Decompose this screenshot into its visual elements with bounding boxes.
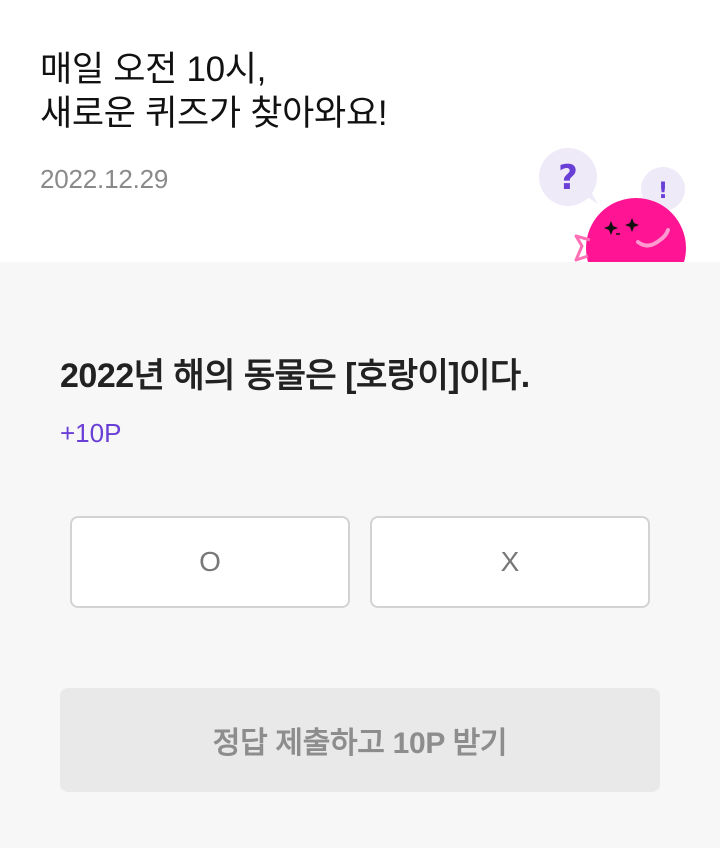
submit-answer-button[interactable]: 정답 제출하고 10P 받기 (60, 688, 660, 792)
answer-option-x[interactable]: X (370, 516, 650, 608)
headline-line-2: 새로운 퀴즈가 찾아와요! (40, 94, 388, 133)
question-mark: ? (558, 158, 578, 198)
headline-line-1: 매일 오전 10시, (40, 50, 267, 89)
reward-points: +10P (60, 418, 122, 448)
mascot-illustration: ? ! (520, 140, 720, 262)
quiz-header: 매일 오전 10시, 새로운 퀴즈가 찾아와요! 2022.12.29 ? ! (0, 0, 720, 262)
answer-option-o[interactable]: O (70, 516, 350, 608)
quiz-date: 2022.12.29 (40, 164, 169, 194)
quiz-section: 2022년 해의 동물은 [호랑이]이다. +10P O X 정답 제출하고 1… (0, 262, 720, 848)
headline: 매일 오전 10시, 새로운 퀴즈가 찾아와요! (40, 48, 388, 136)
exclamation-mark: ! (658, 179, 668, 204)
mascot-icon: ? ! (539, 148, 686, 262)
quiz-question: 2022년 해의 동물은 [호랑이]이다. (60, 357, 530, 395)
